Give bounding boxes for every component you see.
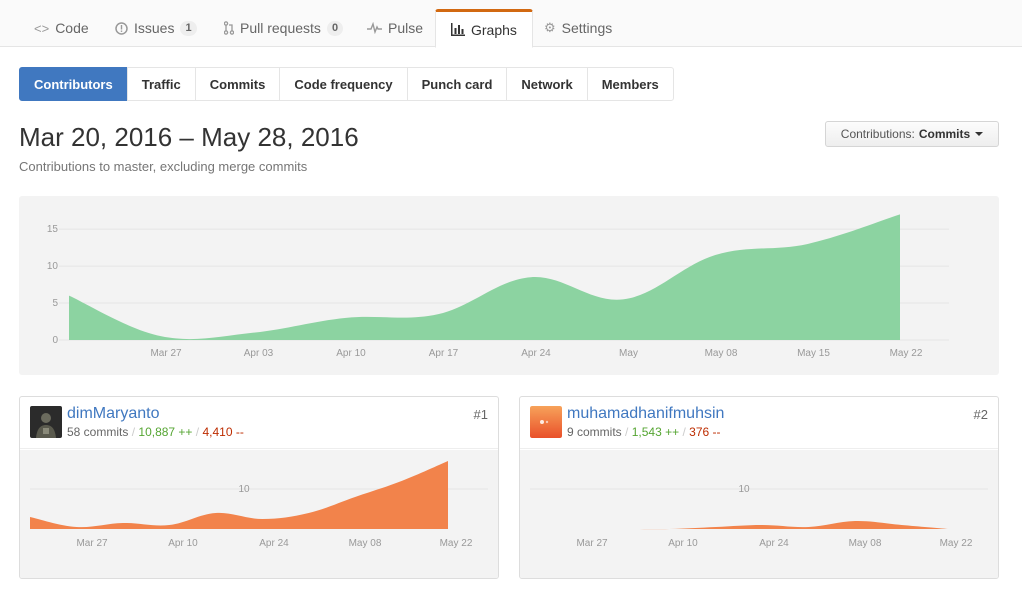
x-tick-label: Apr 10 [168, 538, 198, 549]
x-tick-label: May 15 [797, 348, 830, 359]
tab-label: Issues [134, 20, 175, 36]
contributor-graph: 10 Mar 27 Apr 10 Apr 24 May 08 May 22 [20, 450, 498, 578]
tab-pull-requests[interactable]: Pull requests 0 [209, 9, 358, 47]
x-tick-label: Apr 24 [759, 538, 789, 549]
series-area [69, 214, 900, 340]
pull-requests-count: 0 [326, 20, 344, 36]
series-area [30, 461, 448, 529]
tab-label: Code [55, 20, 89, 36]
main-graph-svg: 0 5 10 15 Mar 27 Apr 03 Apr 10 Apr 17 Apr 24 May M… [47, 214, 949, 359]
tab-graphs[interactable]: Graphs [435, 9, 533, 48]
tab-label: Settings [561, 20, 613, 36]
tab-label: Graphs [471, 21, 517, 38]
subnav-members[interactable]: Members [586, 67, 674, 101]
x-tick-label: May 08 [349, 538, 382, 549]
x-tick-label: Apr 10 [668, 538, 698, 549]
y-tick-label: 10 [738, 484, 750, 495]
issue-icon [115, 21, 128, 35]
graphs-subnav: Contributors Traffic Commits Code freque… [19, 67, 674, 101]
series-area [530, 520, 948, 530]
x-tick-label: May 22 [940, 538, 973, 549]
subnav-code-frequency[interactable]: Code frequency [279, 67, 408, 101]
x-tick-label: May 08 [849, 538, 882, 549]
dropdown-value: Commits [918, 127, 971, 141]
stats-separator: / [131, 425, 136, 439]
commit-count: 9 commits [567, 425, 622, 439]
contributor-rank: #1 [473, 407, 488, 422]
x-tick-label: May 08 [705, 348, 738, 359]
subnav-contributors[interactable]: Contributors [19, 67, 128, 101]
x-tick-label: May [619, 348, 638, 359]
caret-down-icon [975, 132, 984, 136]
x-tick-label: May 22 [440, 538, 473, 549]
tab-issues[interactable]: Issues 1 [100, 9, 212, 47]
subnav-punch-card[interactable]: Punch card [406, 67, 508, 101]
page-title: Mar 20, 2016 – May 28, 2016 [19, 122, 359, 152]
main-contributions-graph: 0 5 10 15 Mar 27 Apr 03 Apr 10 Apr 17 Apr 24 May M… [19, 196, 999, 375]
y-tick-label: 10 [47, 261, 59, 272]
additions-count: 1,543 ++ [631, 425, 680, 439]
contributions-type-select[interactable]: Contributions: Commits [825, 121, 999, 147]
tab-settings[interactable]: ⚙ Settings [529, 9, 627, 47]
contributor-rank: #2 [973, 407, 988, 422]
contributor-stats: 58 commits / 10,887 ++ / 4,410 -- [67, 425, 244, 439]
stats-separator: / [195, 425, 200, 439]
y-tick-label: 0 [52, 335, 58, 346]
tab-label: Pulse [388, 20, 424, 36]
page-subtitle: Contributions to master, excluding merge… [19, 159, 308, 174]
contributor-login[interactable]: muhamadhanifmuhsin [567, 405, 724, 423]
subnav-traffic[interactable]: Traffic [126, 67, 196, 101]
contributor-card: muhamadhanifmuhsin 9 commits / 1,543 ++ … [519, 396, 999, 579]
stats-separator: / [682, 425, 686, 439]
x-tick-label: Mar 27 [576, 538, 608, 549]
dropdown-prefix: Contributions: [840, 127, 915, 141]
commit-count: 58 commits [67, 425, 129, 439]
x-tick-label: Apr 24 [259, 538, 289, 549]
gear-icon: ⚙ [544, 20, 556, 35]
x-tick-label: Apr 10 [336, 348, 366, 359]
deletions-count: 376 -- [689, 425, 721, 439]
pulse-icon [367, 22, 382, 34]
x-tick-label: May 22 [890, 348, 923, 359]
subnav-commits[interactable]: Commits [194, 67, 281, 101]
issues-count: 1 [180, 20, 197, 36]
code-icon: <> [34, 20, 50, 36]
contributor-card: dimMaryanto 58 commits / 10,887 ++ / 4,4… [19, 396, 499, 579]
subnav-network[interactable]: Network [506, 67, 588, 101]
y-tick-label: 5 [52, 298, 58, 309]
x-tick-label: Apr 24 [521, 348, 551, 359]
contributor-stats: 9 commits / 1,543 ++ / 376 -- [567, 425, 721, 439]
x-tick-label: Mar 27 [76, 538, 108, 549]
x-tick-label: Apr 17 [429, 348, 459, 359]
y-tick-label: 10 [238, 484, 250, 495]
contributor-header: dimMaryanto 58 commits / 10,887 ++ / 4,4… [20, 397, 498, 449]
contributor-graph-svg: 10 Mar 27 Apr 10 Apr 24 May 08 May 22 [530, 484, 988, 549]
tab-code[interactable]: <> Code [19, 9, 104, 47]
graph-icon [451, 23, 465, 36]
tab-pulse[interactable]: Pulse [352, 9, 438, 47]
contributor-login[interactable]: dimMaryanto [67, 405, 159, 423]
avatar [30, 406, 62, 438]
x-tick-label: Apr 03 [244, 348, 274, 359]
contributor-graph: 10 Mar 27 Apr 10 Apr 24 May 08 May 22 [520, 450, 998, 578]
tab-label: Pull requests [240, 20, 321, 36]
additions-count: 10,887 ++ [138, 425, 193, 439]
stats-separator: / [625, 425, 629, 439]
deletions-count: 4,410 -- [202, 425, 244, 439]
avatar [530, 406, 562, 438]
x-tick-label: Mar 27 [150, 348, 182, 359]
pull-request-icon [224, 21, 234, 35]
repo-nav: <> Code Issues 1 Pull requests 0 Pulse G… [0, 0, 1022, 48]
contributor-header: muhamadhanifmuhsin 9 commits / 1,543 ++ … [520, 397, 998, 449]
y-tick-label: 15 [47, 224, 59, 235]
contributor-graph-svg: 10 Mar 27 Apr 10 Apr 24 May 08 May 22 [30, 461, 488, 549]
